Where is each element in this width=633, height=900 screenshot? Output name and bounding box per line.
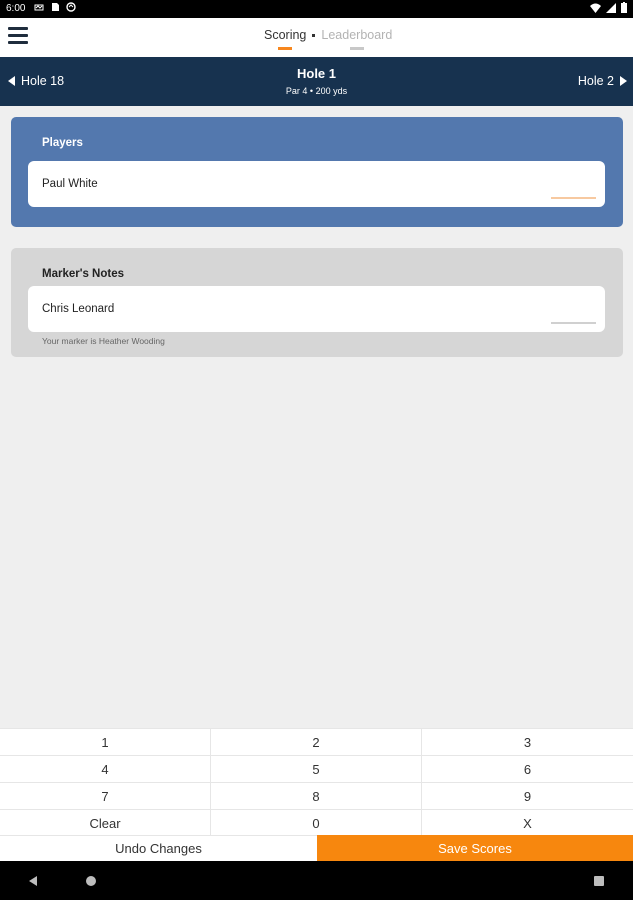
marker-note: Your marker is Heather Wooding: [42, 336, 165, 346]
arrow-right-icon: [620, 76, 627, 86]
key-4[interactable]: 4: [0, 756, 210, 782]
home-icon[interactable]: [86, 876, 96, 886]
tab-separator-dot: [312, 34, 316, 37]
undo-changes-button[interactable]: Undo Changes: [0, 835, 317, 861]
key-clear[interactable]: Clear: [0, 810, 210, 836]
recents-icon[interactable]: [594, 876, 604, 886]
action-bar: Undo Changes Save Scores: [0, 835, 633, 861]
save-scores-button[interactable]: Save Scores: [317, 835, 633, 861]
player-row[interactable]: Paul White: [28, 161, 605, 207]
status-bar: 6:00: [0, 0, 633, 18]
back-icon[interactable]: [29, 876, 37, 886]
tab-scoring-label: Scoring: [264, 28, 307, 42]
key-1[interactable]: 1: [0, 729, 210, 755]
score-keypad: 1 2 3 4 5 6 7 8 9 Clear 0 X: [0, 728, 633, 836]
system-nav-bar: [0, 861, 633, 900]
player-score-field[interactable]: [551, 197, 596, 199]
marker-player-name: Chris Leonard: [42, 303, 115, 315]
hole-info: Hole 1 Par 4 • 200 yds: [0, 66, 633, 96]
marker-score-field[interactable]: [551, 322, 596, 324]
markers-notes-title: Marker's Notes: [42, 268, 124, 280]
marker-row[interactable]: Chris Leonard: [28, 286, 605, 332]
signal-icon: [606, 2, 616, 13]
tab-scoring-indicator: [278, 47, 293, 50]
notification-icon: [34, 4, 44, 11]
players-title: Players: [42, 137, 83, 149]
tab-leaderboard-indicator: [349, 47, 364, 50]
tab-bar: Scoring Leaderboard: [264, 28, 392, 50]
wifi-icon: [590, 3, 601, 13]
app-bar: Scoring Leaderboard: [0, 18, 633, 57]
markers-notes-card: Marker's Notes Chris Leonard Your marker…: [11, 248, 623, 357]
next-hole-button[interactable]: Hole 2: [578, 74, 627, 88]
battery-icon: [621, 2, 627, 13]
key-8[interactable]: 8: [211, 783, 421, 809]
tab-scoring[interactable]: Scoring: [264, 28, 306, 50]
hole-subtitle: Par 4 • 200 yds: [285, 86, 348, 96]
menu-icon[interactable]: [8, 27, 28, 45]
key-5[interactable]: 5: [211, 756, 421, 782]
key-6[interactable]: 6: [422, 756, 633, 782]
key-0[interactable]: 0: [211, 810, 421, 836]
key-3[interactable]: 3: [422, 729, 633, 755]
tab-leaderboard[interactable]: Leaderboard: [321, 28, 392, 50]
key-x[interactable]: X: [422, 810, 633, 836]
players-card: Players Paul White: [11, 117, 623, 227]
key-2[interactable]: 2: [211, 729, 421, 755]
key-7[interactable]: 7: [0, 783, 210, 809]
next-hole-label: Hole 2: [577, 74, 614, 88]
player-name: Paul White: [42, 178, 98, 190]
sd-card-icon: [52, 3, 59, 11]
key-9[interactable]: 9: [422, 783, 633, 809]
hole-title: Hole 1: [296, 66, 336, 81]
status-time: 6:00: [6, 3, 26, 14]
sync-icon: [66, 2, 76, 12]
hole-navigation: Hole 18 Hole 1 Par 4 • 200 yds Hole 2: [0, 57, 633, 106]
tab-leaderboard-label: Leaderboard: [321, 28, 393, 42]
